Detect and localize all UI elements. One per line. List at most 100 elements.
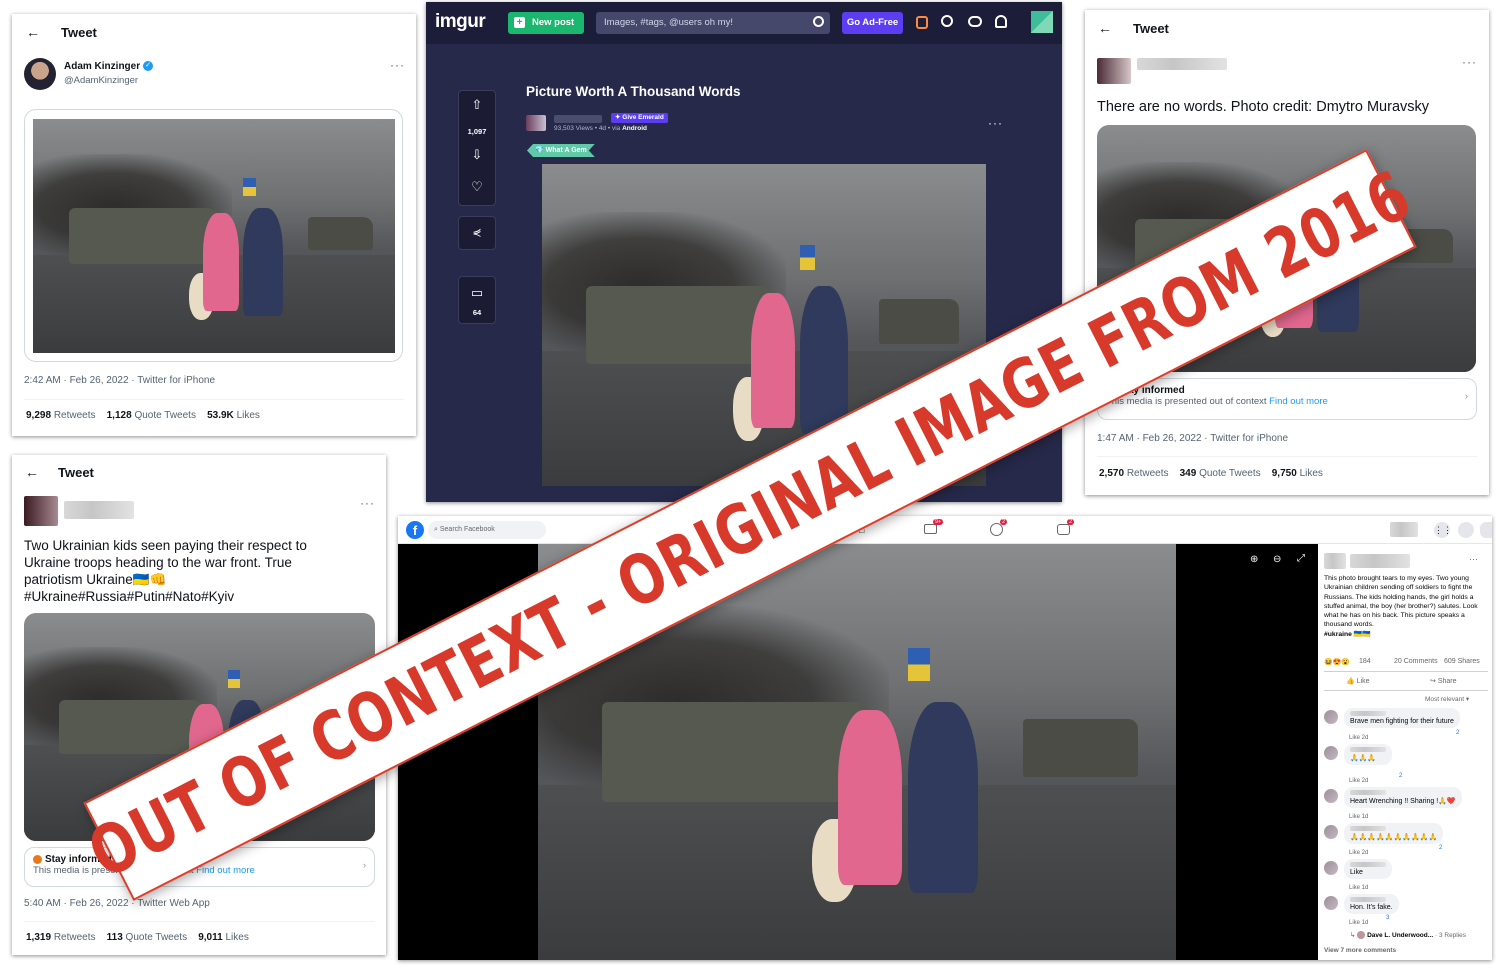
share-icon[interactable]: ⋞ [459, 226, 495, 239]
author-handle[interactable]: @AdamKinzinger [64, 75, 138, 86]
find-out-more-link[interactable]: Find out more [196, 865, 255, 876]
more-options-icon[interactable]: ··· [1469, 554, 1478, 564]
back-arrow-icon[interactable]: ← [26, 24, 40, 40]
go-ad-free-button[interactable]: Go Ad-Free [842, 12, 903, 34]
fullscreen-icon[interactable]: ⤢ [1297, 553, 1305, 564]
shares-count[interactable]: 609 Shares [1444, 658, 1480, 665]
what-a-gem-badge[interactable]: 💎 What A Gem [527, 144, 595, 157]
chevron-right-icon[interactable]: › [1465, 391, 1468, 402]
poster-name-blurred[interactable] [1350, 554, 1410, 568]
comment-reactions[interactable]: 2 [1399, 773, 1402, 779]
author-avatar-blurred[interactable] [1097, 58, 1131, 84]
comment-actions[interactable]: Like 1d [1349, 885, 1368, 891]
comment-icon[interactable]: ▭ [459, 285, 495, 301]
quote-label[interactable]: Quote Tweets [126, 932, 188, 943]
retweet-count[interactable]: 2,570 [1099, 468, 1124, 479]
retweet-label[interactable]: Retweets [1127, 468, 1169, 479]
like-count[interactable]: 53.9K [207, 410, 234, 421]
tweet-hashtags[interactable]: #Ukraine#Russia#Putin#Nato#Kyiv [24, 588, 374, 605]
watch-icon[interactable] [924, 524, 937, 534]
like-label[interactable]: Likes [237, 410, 260, 421]
comment-author-blurred[interactable] [1350, 790, 1386, 795]
retweet-count[interactable]: 9,298 [26, 410, 51, 421]
comment-reactions[interactable]: 2 [1439, 845, 1442, 851]
comment-actions[interactable]: Like 2d [1349, 850, 1368, 856]
store-icon[interactable] [916, 16, 928, 29]
imgur-logo[interactable]: imgur [435, 11, 486, 33]
new-post-button[interactable]: + New post [508, 12, 584, 34]
retweet-label[interactable]: Retweets [54, 410, 96, 421]
like-label[interactable]: Likes [225, 932, 248, 943]
comments-count[interactable]: 20 Comments [1394, 658, 1438, 665]
tweet-photo[interactable] [33, 119, 395, 353]
chat-icon[interactable] [968, 16, 982, 27]
award-icon[interactable] [941, 15, 953, 27]
comment-avatar[interactable] [1324, 896, 1338, 910]
profile-shortcut-blurred[interactable] [1390, 522, 1418, 537]
quote-label[interactable]: Quote Tweets [1199, 468, 1261, 479]
view-more-comments-link[interactable]: View 7 more comments [1324, 947, 1396, 954]
reply-row[interactable]: ↳ Dave L. Underwood... · 3 Replies [1350, 931, 1466, 940]
gaming-icon[interactable] [1057, 524, 1070, 535]
reaction-icons[interactable]: 😆😍😮 [1324, 658, 1350, 666]
more-options-icon[interactable]: ··· [1462, 55, 1477, 69]
back-arrow-icon[interactable]: ← [25, 464, 39, 480]
comment-actions[interactable]: Like 2d [1349, 735, 1368, 741]
search-icon[interactable] [813, 16, 824, 27]
like-count[interactable]: 9,011 [198, 932, 222, 943]
comment-author-blurred[interactable] [1350, 862, 1386, 867]
more-options-icon[interactable]: ··· [988, 116, 1003, 130]
poster-avatar[interactable] [526, 115, 546, 131]
comment-reactions[interactable]: 2 [1456, 730, 1459, 736]
poster-name[interactable] [554, 115, 602, 123]
zoom-in-icon[interactable]: ⊕ [1250, 554, 1258, 565]
retweet-label[interactable]: Retweets [54, 932, 96, 943]
comment-avatar[interactable] [1324, 825, 1338, 839]
comment-sort-dropdown[interactable]: Most relevant ▾ [1425, 695, 1469, 703]
zoom-out-icon[interactable]: ⊖ [1273, 554, 1281, 565]
post-hashtag[interactable]: #ukraine 🇺🇦🇺🇦 [1324, 630, 1486, 639]
share-box[interactable]: ⋞ [458, 216, 496, 250]
search-input[interactable]: Images, #tags, @users oh my! [596, 12, 830, 34]
downvote-icon[interactable]: ⇩ [459, 147, 495, 163]
like-button[interactable]: 👍 Like [1346, 677, 1370, 685]
find-out-more-link[interactable]: Find out more [1269, 396, 1328, 407]
author-avatar-blurred[interactable] [24, 496, 58, 526]
comment-author-blurred[interactable] [1350, 897, 1386, 902]
comments-box[interactable]: ▭ 64 [458, 276, 496, 324]
comment-author-blurred[interactable] [1350, 711, 1386, 716]
comment-actions[interactable]: Like 1d [1349, 814, 1368, 820]
quote-count[interactable]: 349 [1180, 468, 1197, 479]
more-options-icon[interactable]: ··· [390, 58, 405, 72]
poster-avatar-blurred[interactable] [1324, 553, 1346, 569]
author-name-blurred[interactable] [64, 501, 134, 519]
comment-avatar[interactable] [1324, 789, 1338, 803]
avatar[interactable] [24, 58, 56, 90]
like-count[interactable]: 9,750 [1272, 468, 1297, 479]
notifications-icon[interactable] [1480, 522, 1492, 538]
messenger-icon[interactable] [1458, 522, 1474, 538]
comment-actions[interactable]: Like 1d [1349, 920, 1368, 926]
context-notice[interactable]: Stay informed This media is presented ou… [1097, 378, 1477, 420]
comment-actions[interactable]: Like 2d [1349, 778, 1368, 784]
retweet-count[interactable]: 1,319 [26, 932, 51, 943]
comment-avatar[interactable] [1324, 861, 1338, 875]
quote-count[interactable]: 1,128 [107, 410, 132, 421]
back-arrow-icon[interactable]: ← [1098, 20, 1112, 36]
more-options-icon[interactable]: ··· [360, 496, 375, 510]
comment-avatar[interactable] [1324, 710, 1338, 724]
search-input[interactable]: ⌕ Search Facebook [428, 521, 546, 539]
reaction-count[interactable]: 184 [1359, 658, 1371, 665]
facebook-logo-icon[interactable]: f [406, 521, 424, 539]
like-label[interactable]: Likes [1300, 468, 1323, 479]
author-name-blurred[interactable] [1137, 58, 1227, 70]
bell-icon[interactable] [995, 15, 1007, 28]
quote-label[interactable]: Quote Tweets [134, 410, 196, 421]
menu-grid-icon[interactable]: ⋮⋮ [1434, 522, 1452, 538]
chevron-right-icon[interactable]: › [363, 860, 366, 871]
author-name[interactable]: Adam Kinzinger [64, 61, 140, 72]
give-emerald-button[interactable]: ✦ Give Emerald [611, 113, 668, 123]
comment-author-blurred[interactable] [1350, 747, 1386, 752]
comment-avatar[interactable] [1324, 746, 1338, 760]
share-button[interactable]: ↪ Share [1430, 677, 1457, 685]
